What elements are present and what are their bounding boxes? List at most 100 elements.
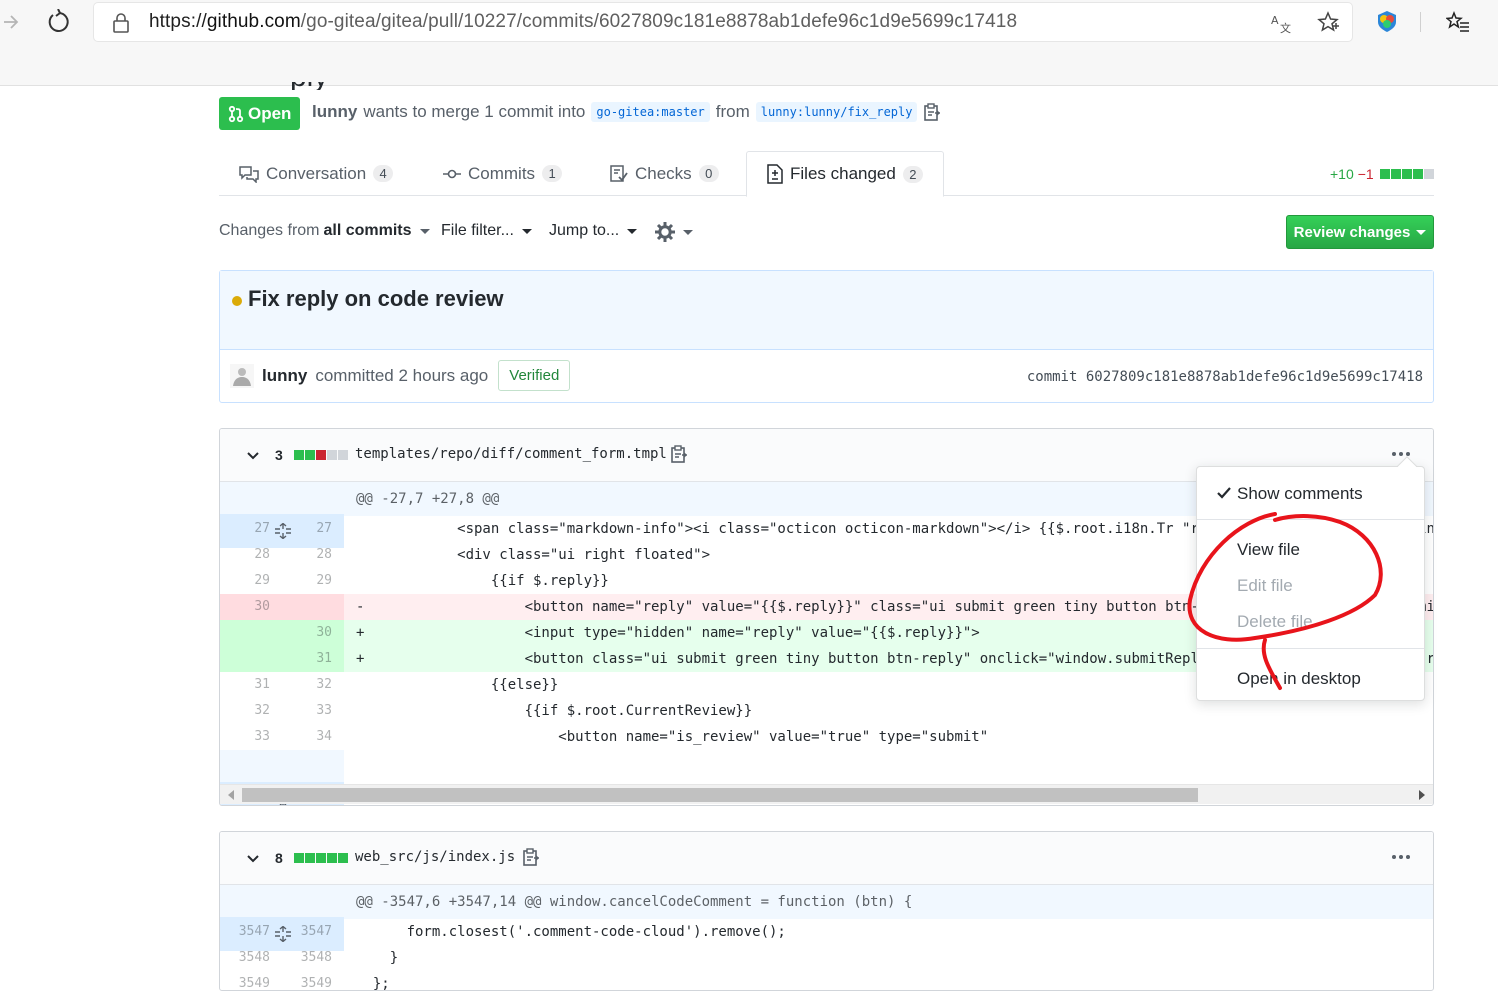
favorite-star-icon[interactable] xyxy=(1316,10,1340,34)
tab-checks-count: 0 xyxy=(698,165,719,182)
review-changes-button[interactable]: Review changes xyxy=(1286,215,1434,249)
commit-header: Fix reply on code review xyxy=(220,271,1433,350)
old-line-number[interactable]: 27 xyxy=(220,516,282,542)
tab-checks[interactable]: Checks 0 xyxy=(610,151,719,196)
old-line-number[interactable]: 32 xyxy=(220,698,282,724)
translate-icon[interactable]: A文 xyxy=(1270,11,1294,35)
clipboard-icon[interactable] xyxy=(522,847,540,872)
commit-time: committed 2 hours ago xyxy=(315,365,489,385)
pr-state-label: Open xyxy=(248,103,292,123)
pending-status-icon[interactable] xyxy=(232,296,242,306)
kebab-horizontal-icon[interactable] xyxy=(1389,847,1413,867)
svg-text:文: 文 xyxy=(1280,21,1291,35)
old-line-number[interactable]: 3548 xyxy=(220,945,282,971)
new-line-number[interactable]: 33 xyxy=(282,698,344,724)
menu-show-comments[interactable]: Show comments xyxy=(1237,484,1363,504)
new-line-number[interactable]: 3549 xyxy=(282,971,344,990)
address-bar[interactable]: https://github.com/go-gitea/gitea/pull/1… xyxy=(94,3,1352,41)
file-diff-icon xyxy=(767,164,783,184)
scroll-right-icon[interactable] xyxy=(1419,790,1425,800)
extension-icon[interactable] xyxy=(1376,9,1398,33)
clipboard-icon[interactable] xyxy=(670,444,688,469)
new-line-number[interactable]: 28 xyxy=(282,542,344,568)
old-line-number[interactable] xyxy=(220,646,282,672)
pr-state-badge: Open xyxy=(219,97,300,130)
tab-conversation-label: Conversation xyxy=(266,163,367,183)
jump-to-menu[interactable]: Jump to... xyxy=(549,222,638,240)
forward-icon[interactable] xyxy=(2,10,22,34)
diffstat-deletions: −1 xyxy=(1357,166,1374,182)
old-line-number[interactable]: 3547 xyxy=(220,919,282,945)
menu-edit-file: Edit file xyxy=(1237,576,1293,595)
new-line-number[interactable]: 3547 xyxy=(282,919,344,945)
file-filter-menu[interactable]: File filter... xyxy=(441,222,532,240)
old-line-number[interactable]: 31 xyxy=(220,672,282,698)
file-change-count: 3 xyxy=(275,447,283,463)
pr-tabs: Conversation 4 Commits 1 Checks 0 Files … xyxy=(219,151,1434,197)
diffstat-additions: +10 xyxy=(1330,166,1354,182)
file-change-count: 8 xyxy=(275,850,283,866)
new-line-number[interactable]: 27 xyxy=(282,516,344,542)
scroll-thumb[interactable] xyxy=(242,788,1198,802)
file-diffstat-blocks xyxy=(294,450,348,460)
diff-settings-menu[interactable] xyxy=(655,222,693,242)
head-branch[interactable]: lunny:lunny/fix_reply xyxy=(755,102,918,122)
file-diff-index-js: 8 web_src/js/index.js @@ -3547,6 +3547,1… xyxy=(219,831,1434,991)
new-line-number[interactable]: 29 xyxy=(282,568,344,594)
url-host: github.com xyxy=(206,11,301,32)
file-path[interactable]: templates/repo/diff/comment_form.tmpl xyxy=(355,446,667,462)
old-line-number[interactable]: 33 xyxy=(220,724,282,750)
chevron-down-icon[interactable] xyxy=(246,449,260,463)
tab-files-changed-count: 2 xyxy=(902,165,923,183)
code-text: {{if $.root.CurrentReview}} xyxy=(356,703,753,719)
menu-open-in-desktop[interactable]: Open in desktop xyxy=(1237,669,1361,689)
changes-from-menu[interactable]: Changes from all commits xyxy=(219,222,430,240)
merge-text: wants to merge 1 commit into xyxy=(363,102,586,121)
context-line: 33 34 <button name="is_review" value="tru… xyxy=(220,724,1433,750)
toolbar-divider xyxy=(1420,12,1421,32)
file-path[interactable]: web_src/js/index.js xyxy=(355,849,515,865)
menu-view-file[interactable]: View file xyxy=(1237,540,1300,560)
new-line-number[interactable]: 30 xyxy=(282,620,344,646)
tab-conversation-count: 4 xyxy=(373,165,394,182)
file-filter-label: File filter... xyxy=(441,222,514,239)
new-line-number[interactable]: 31 xyxy=(282,646,344,672)
context-line: 3548 3548 } xyxy=(220,945,1433,971)
new-line-number[interactable]: 34 xyxy=(282,724,344,750)
clipboard-icon[interactable] xyxy=(923,102,941,122)
old-line-number[interactable] xyxy=(220,620,282,646)
scroll-left-icon[interactable] xyxy=(228,790,234,800)
url-text[interactable]: https://github.com/go-gitea/gitea/pull/1… xyxy=(149,11,1017,33)
avatar[interactable] xyxy=(230,363,254,388)
new-line-number[interactable]: 32 xyxy=(282,672,344,698)
tab-commits-count: 1 xyxy=(542,165,563,182)
old-line-number[interactable]: 28 xyxy=(220,542,282,568)
comment-discussion-icon xyxy=(239,165,259,183)
old-line-number[interactable]: 3549 xyxy=(220,971,282,990)
code-text: }; xyxy=(356,976,390,991)
pr-merge-summary: lunny wants to merge 1 commit into go-gi… xyxy=(312,102,941,122)
tab-files-changed[interactable]: Files changed 2 xyxy=(746,151,944,197)
commit-message: Fix reply on code review xyxy=(248,286,504,311)
caret-down-icon xyxy=(521,228,532,234)
chevron-down-icon[interactable] xyxy=(246,852,260,866)
verified-badge[interactable]: Verified xyxy=(498,360,571,391)
new-line-number[interactable]: 3548 xyxy=(282,945,344,971)
horizontal-scrollbar[interactable] xyxy=(220,784,1433,804)
tab-commits[interactable]: Commits 1 xyxy=(443,151,563,196)
menu-divider xyxy=(1197,648,1424,649)
pr-author-link[interactable]: lunny xyxy=(312,102,357,122)
tab-checks-label: Checks xyxy=(635,163,692,183)
base-branch[interactable]: go-gitea:master xyxy=(591,102,710,122)
file-header: 8 web_src/js/index.js xyxy=(220,832,1433,885)
check-icon xyxy=(1217,486,1231,500)
changes-scope: all commits xyxy=(323,222,412,239)
old-line-number[interactable]: 29 xyxy=(220,568,282,594)
code-text: } xyxy=(356,950,399,966)
favorites-icon[interactable] xyxy=(1445,10,1470,34)
commit-author[interactable]: lunny xyxy=(262,366,307,386)
new-line-number[interactable] xyxy=(282,594,344,620)
tab-conversation[interactable]: Conversation 4 xyxy=(239,151,394,196)
old-line-number[interactable]: 30 xyxy=(220,594,282,620)
reload-icon[interactable] xyxy=(46,8,72,35)
